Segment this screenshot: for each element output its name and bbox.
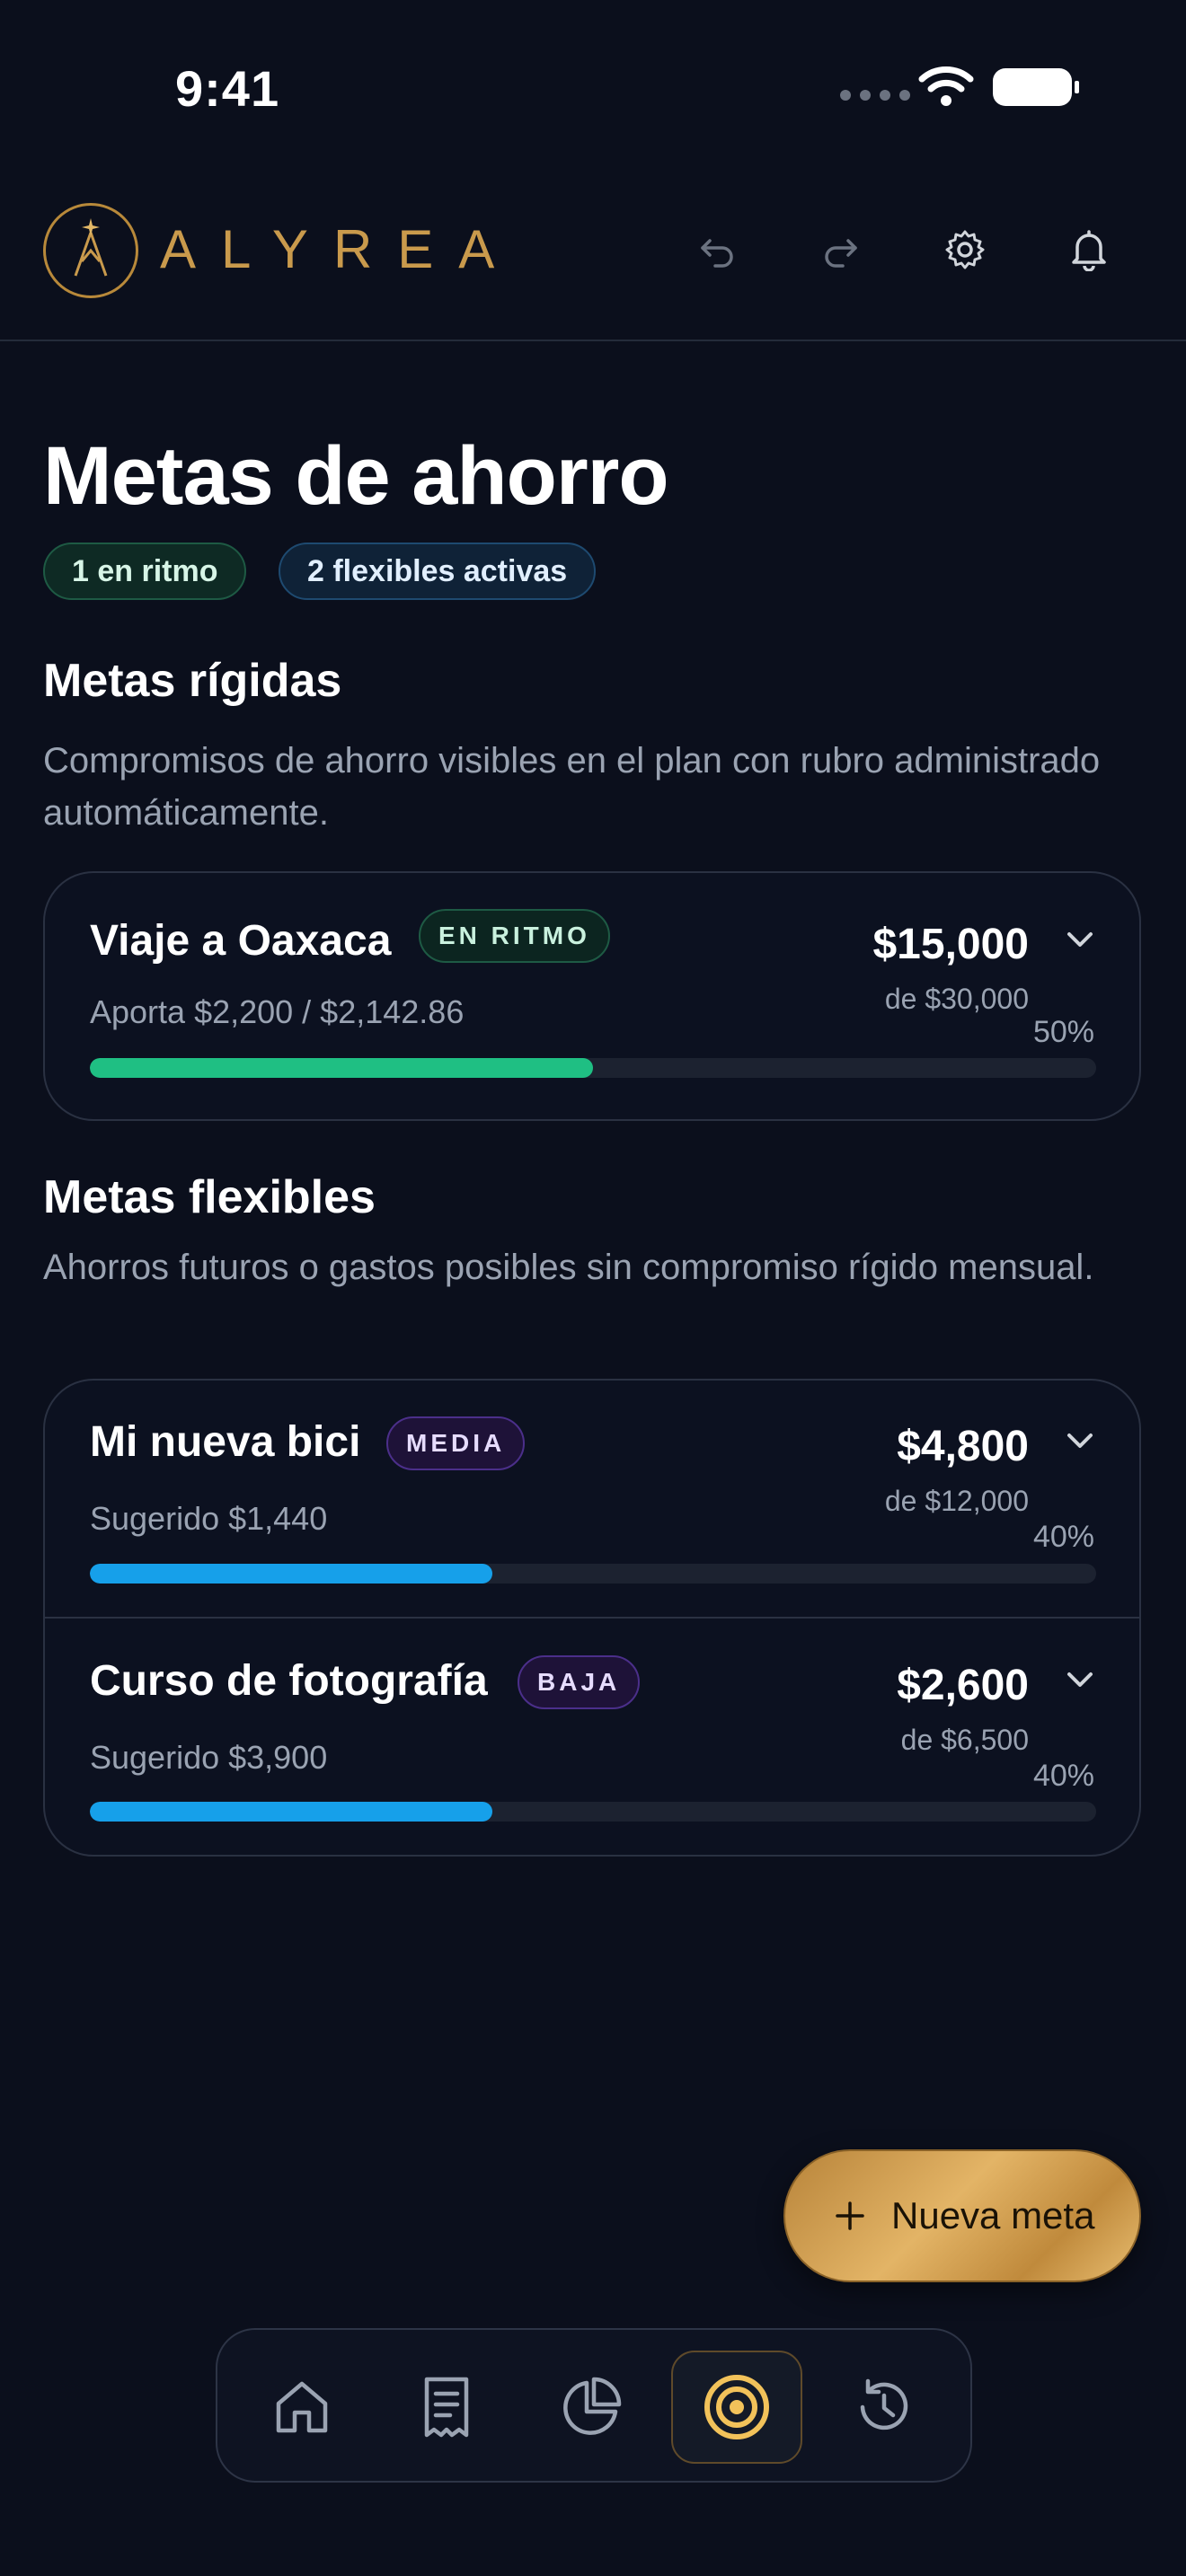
goal-progress-bar [90, 1802, 1096, 1822]
goal-divider [45, 1617, 1139, 1619]
pie-chart-icon [563, 2377, 622, 2435]
goal-name[interactable]: Mi nueva bici [90, 1417, 360, 1467]
goal-saved-amount: $2,600 [897, 1662, 1029, 1709]
status-time: 9:41 [175, 60, 280, 117]
receipt-icon [424, 2377, 469, 2438]
status-badge: EN RITMO [419, 909, 610, 963]
goal-contribution: Aporta $2,200 / $2,142.86 [90, 993, 465, 1030]
goal-progress-bar [90, 1564, 1096, 1584]
header-divider [0, 340, 1186, 341]
on-track-chip: 1 en ritmo [43, 543, 247, 600]
nav-transactions[interactable] [381, 2351, 512, 2464]
home-icon [276, 2381, 328, 2433]
flexible-section-description: Ahorros futuros o gastos posibles sin co… [43, 1248, 1094, 1287]
rigid-section-description: Compromisos de ahorro visibles en el pla… [43, 741, 1101, 833]
brand-logo-icon [43, 203, 138, 298]
flexible-section-title: Metas flexibles [43, 1171, 376, 1223]
goal-suggestion: Sugerido $3,900 [90, 1739, 328, 1776]
chevron-down-icon[interactable] [1062, 1662, 1098, 1698]
rigid-section-title: Metas rígidas [43, 655, 342, 707]
settings-gear-icon[interactable] [940, 225, 990, 275]
redo-icon[interactable] [816, 225, 866, 275]
priority-badge: MEDIA [386, 1416, 526, 1470]
goal-progress-bar [90, 1058, 1096, 1078]
goal-saved-amount: $4,800 [897, 1423, 1029, 1470]
priority-badge: BAJA [518, 1655, 641, 1709]
nav-goals[interactable] [671, 2351, 802, 2464]
goal-progress-fill [90, 1564, 492, 1584]
chevron-down-icon[interactable] [1062, 922, 1098, 957]
goal-percent: 50% [1032, 1015, 1094, 1049]
undo-icon[interactable] [692, 225, 742, 275]
target-icon [704, 2375, 769, 2439]
chevron-down-icon[interactable] [1062, 1423, 1098, 1459]
goal-target-amount: de $6,500 [900, 1724, 1029, 1756]
wifi-icon [918, 66, 974, 106]
new-goal-button[interactable]: Nueva meta [783, 2149, 1141, 2282]
goal-saved-amount: $15,000 [872, 921, 1029, 968]
goal-target-amount: de $30,000 [884, 983, 1029, 1015]
goal-suggestion: Sugerido $1,440 [90, 1500, 328, 1537]
cellular-signal-icon [840, 90, 910, 101]
history-icon [860, 2378, 908, 2430]
nav-budget[interactable] [526, 2351, 657, 2464]
brand-name: ALYREA [160, 219, 520, 279]
nav-home[interactable] [236, 2351, 367, 2464]
page-title: Metas de ahorro [43, 430, 669, 522]
goal-percent: 40% [1032, 1759, 1094, 1793]
flexible-active-chip: 2 flexibles activas [279, 543, 597, 600]
goal-progress-fill [90, 1802, 492, 1822]
plus-icon [836, 2201, 864, 2230]
nav-history[interactable] [818, 2351, 949, 2464]
goal-name[interactable]: Curso de fotografía [90, 1656, 488, 1706]
goal-progress-fill [90, 1058, 593, 1078]
goal-target-amount: de $12,000 [884, 1485, 1029, 1517]
goal-name[interactable]: Viaje a Oaxaca [90, 916, 391, 966]
goal-percent: 40% [1032, 1520, 1094, 1554]
battery-icon [993, 68, 1079, 106]
notifications-bell-icon[interactable] [1064, 225, 1114, 275]
new-goal-label: Nueva meta [891, 2194, 1095, 2236]
